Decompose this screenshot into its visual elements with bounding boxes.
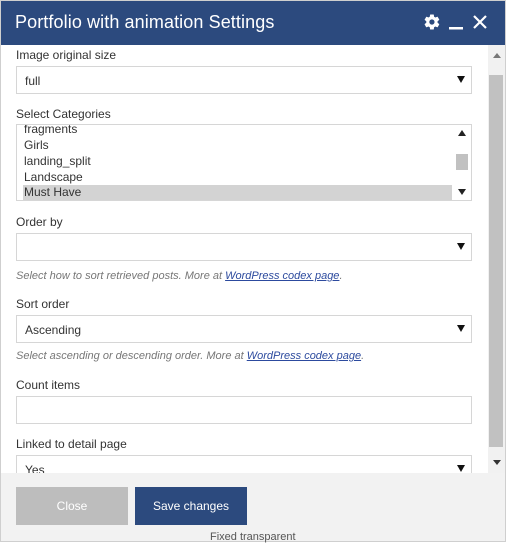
close-button[interactable]: Close xyxy=(16,487,128,525)
scroll-up-icon[interactable] xyxy=(493,53,501,58)
image-size-value: full xyxy=(25,74,41,88)
sort-order-hint: Select ascending or descending order. Mo… xyxy=(16,350,364,362)
dialog-title: Portfolio with animation Settings xyxy=(15,12,275,32)
dialog-body: Image original size full Select Categori… xyxy=(1,45,488,473)
hint-end: . xyxy=(339,270,343,282)
list-item[interactable]: landing_split xyxy=(23,154,452,169)
list-item-selected[interactable]: Must Have xyxy=(23,185,452,200)
order-by-select[interactable] xyxy=(16,233,472,261)
list-item[interactable]: fragments xyxy=(23,125,452,137)
gear-icon[interactable] xyxy=(423,13,441,36)
chevron-down-icon xyxy=(457,325,465,332)
chevron-down-icon xyxy=(457,76,465,83)
scroll-up-icon[interactable] xyxy=(458,130,466,136)
image-size-select[interactable]: full xyxy=(16,66,472,94)
linked-detail-label: Linked to detail page xyxy=(16,437,127,451)
wordpress-codex-link[interactable]: WordPress codex page xyxy=(247,350,361,362)
dialog-scrollbar[interactable] xyxy=(488,45,505,473)
image-size-label: Image original size xyxy=(16,48,117,62)
scroll-down-icon[interactable] xyxy=(493,460,501,465)
close-icon[interactable] xyxy=(472,13,488,36)
minimize-icon[interactable] xyxy=(448,13,464,36)
scroll-thumb[interactable] xyxy=(456,154,468,170)
sort-order-label: Sort order xyxy=(16,297,70,311)
chevron-down-icon xyxy=(457,465,465,472)
order-by-label: Order by xyxy=(16,215,63,229)
scroll-thumb[interactable] xyxy=(489,75,503,447)
linked-detail-value: Yes xyxy=(25,463,45,473)
order-by-hint: Select how to sort retrieved posts. More… xyxy=(16,270,343,282)
hint-text: Select ascending or descending order. Mo… xyxy=(16,350,247,362)
hint-text: Select how to sort retrieved posts. More… xyxy=(16,270,226,282)
settings-dialog: Portfolio with animation Settings Image … xyxy=(0,0,506,542)
list-item[interactable]: Landscape xyxy=(23,170,452,185)
linked-detail-select[interactable]: Yes xyxy=(16,455,472,473)
dialog-header: Portfolio with animation Settings xyxy=(1,1,505,45)
background-text: Fixed transparent xyxy=(210,531,296,543)
count-items-label: Count items xyxy=(16,378,81,392)
listbox-scrollbar[interactable] xyxy=(454,126,470,199)
categories-listbox[interactable]: fragments Girls landing_split Landscape … xyxy=(16,124,472,201)
chevron-down-icon xyxy=(457,243,465,250)
sort-order-value: Ascending xyxy=(25,323,82,337)
categories-label: Select Categories xyxy=(16,107,111,121)
count-items-input[interactable] xyxy=(16,396,472,424)
list-item[interactable]: Girls xyxy=(23,138,452,153)
sort-order-select[interactable]: Ascending xyxy=(16,315,472,343)
save-changes-button[interactable]: Save changes xyxy=(135,487,247,525)
scroll-down-icon[interactable] xyxy=(458,189,466,195)
wordpress-codex-link[interactable]: WordPress codex page xyxy=(225,270,339,282)
hint-end: . xyxy=(361,350,365,362)
